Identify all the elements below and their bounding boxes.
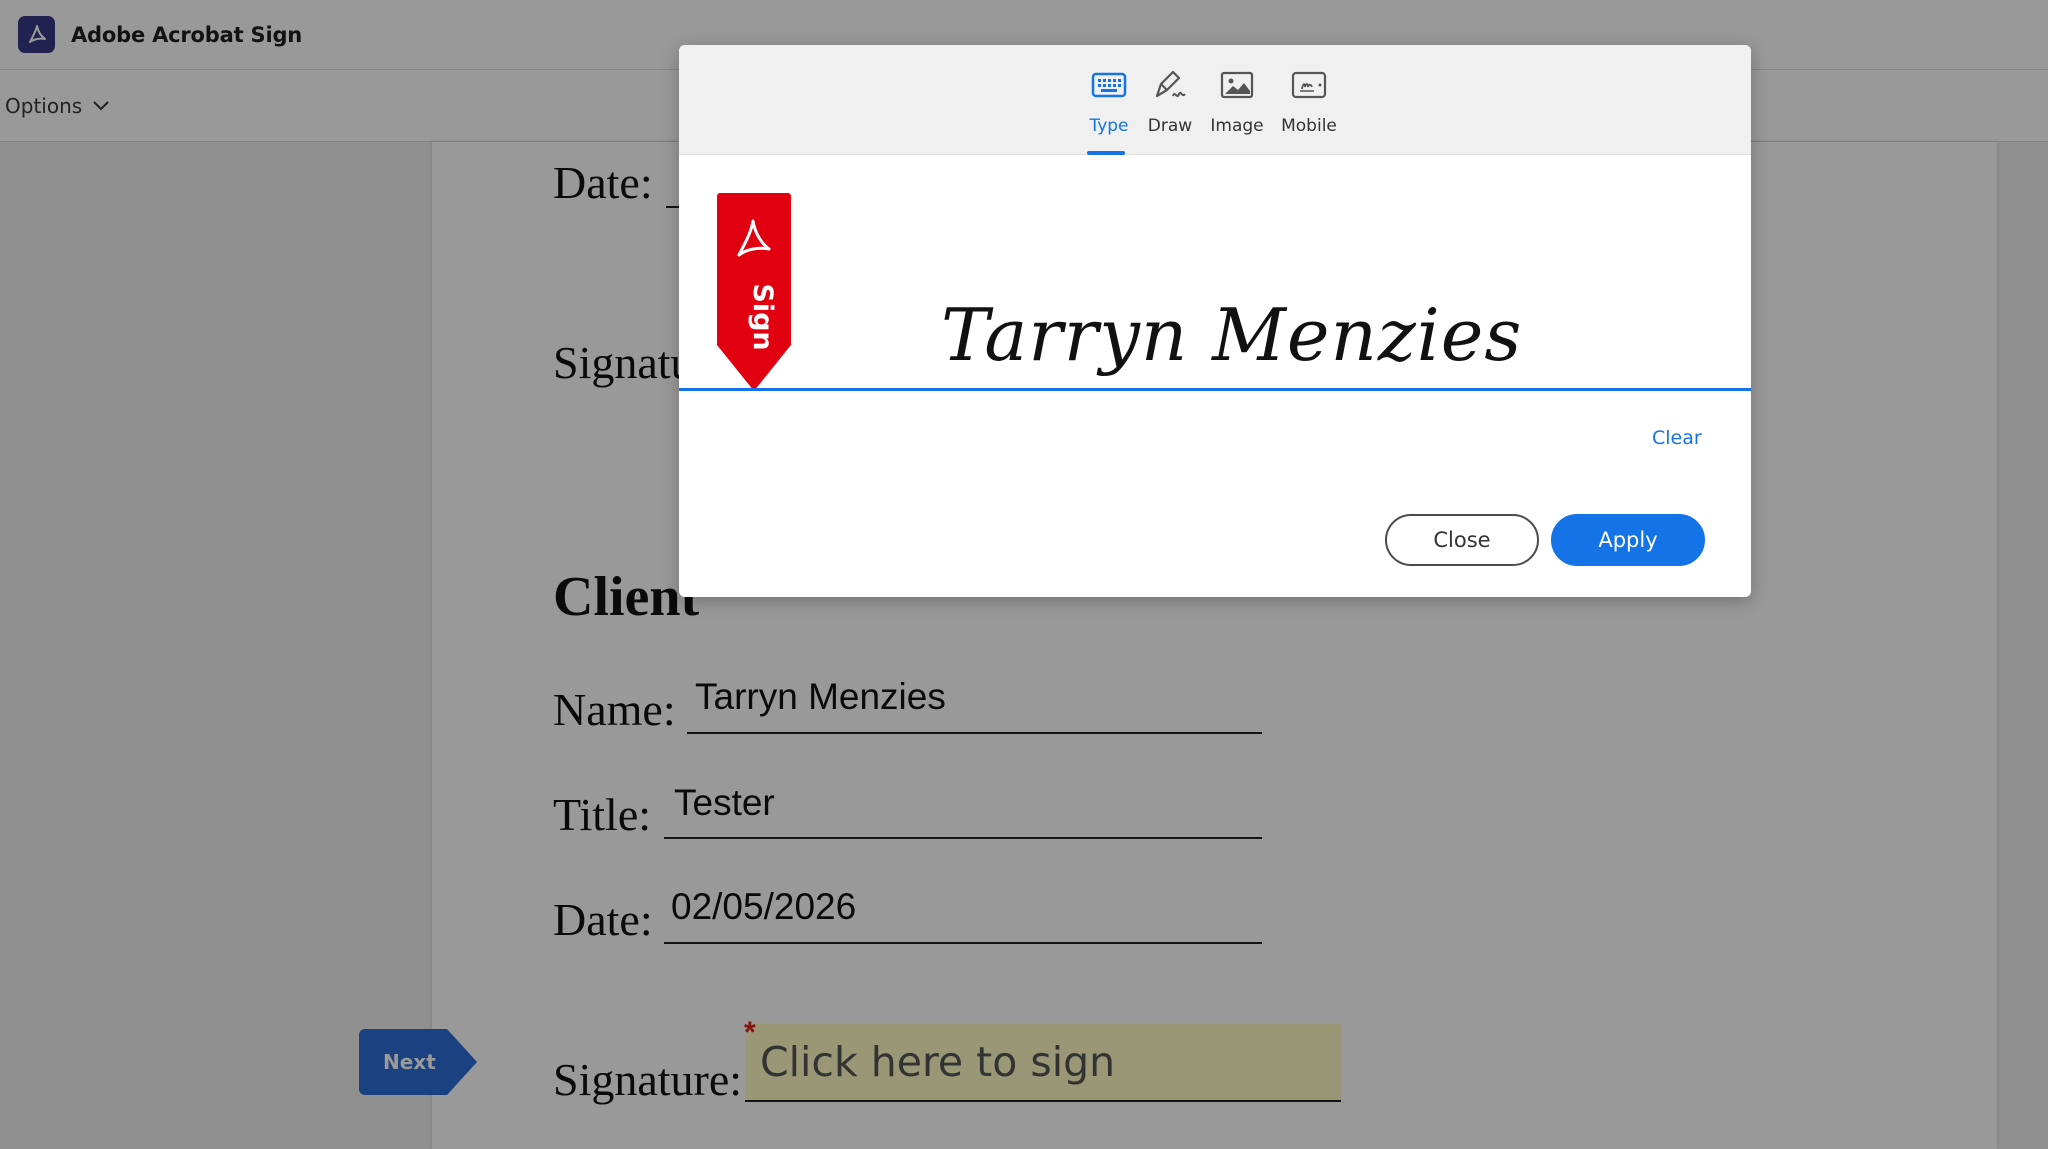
signature-baseline — [679, 388, 1751, 391]
tab-image-label: Image — [1210, 116, 1264, 136]
signature-method-tabs: Type Draw Image Mobile — [679, 45, 1751, 155]
clear-link[interactable]: Clear — [1652, 427, 1702, 449]
mobile-icon — [1289, 65, 1329, 105]
tab-draw[interactable]: Draw — [1145, 65, 1195, 155]
keyboard-icon — [1089, 65, 1129, 105]
tab-type-label: Type — [1089, 116, 1129, 136]
tab-image[interactable]: Image — [1209, 65, 1265, 155]
tab-type[interactable]: Type — [1085, 65, 1133, 155]
sign-here-ribbon: Sign — [717, 193, 791, 391]
signature-preview: Tarryn Menzies — [941, 293, 1523, 377]
tab-draw-label: Draw — [1147, 116, 1193, 136]
active-tab-indicator — [1087, 151, 1125, 155]
tab-mobile[interactable]: Mobile — [1277, 65, 1341, 155]
apply-button[interactable]: Apply — [1551, 514, 1705, 566]
signature-dialog: Type Draw Image Mobile Sign Tarryn Menzi… — [679, 45, 1751, 597]
tab-mobile-label: Mobile — [1281, 116, 1337, 136]
sign-ribbon-label: Sign — [747, 283, 778, 350]
close-button[interactable]: Close — [1385, 514, 1539, 566]
image-icon — [1217, 65, 1257, 105]
pen-icon — [1150, 65, 1190, 105]
